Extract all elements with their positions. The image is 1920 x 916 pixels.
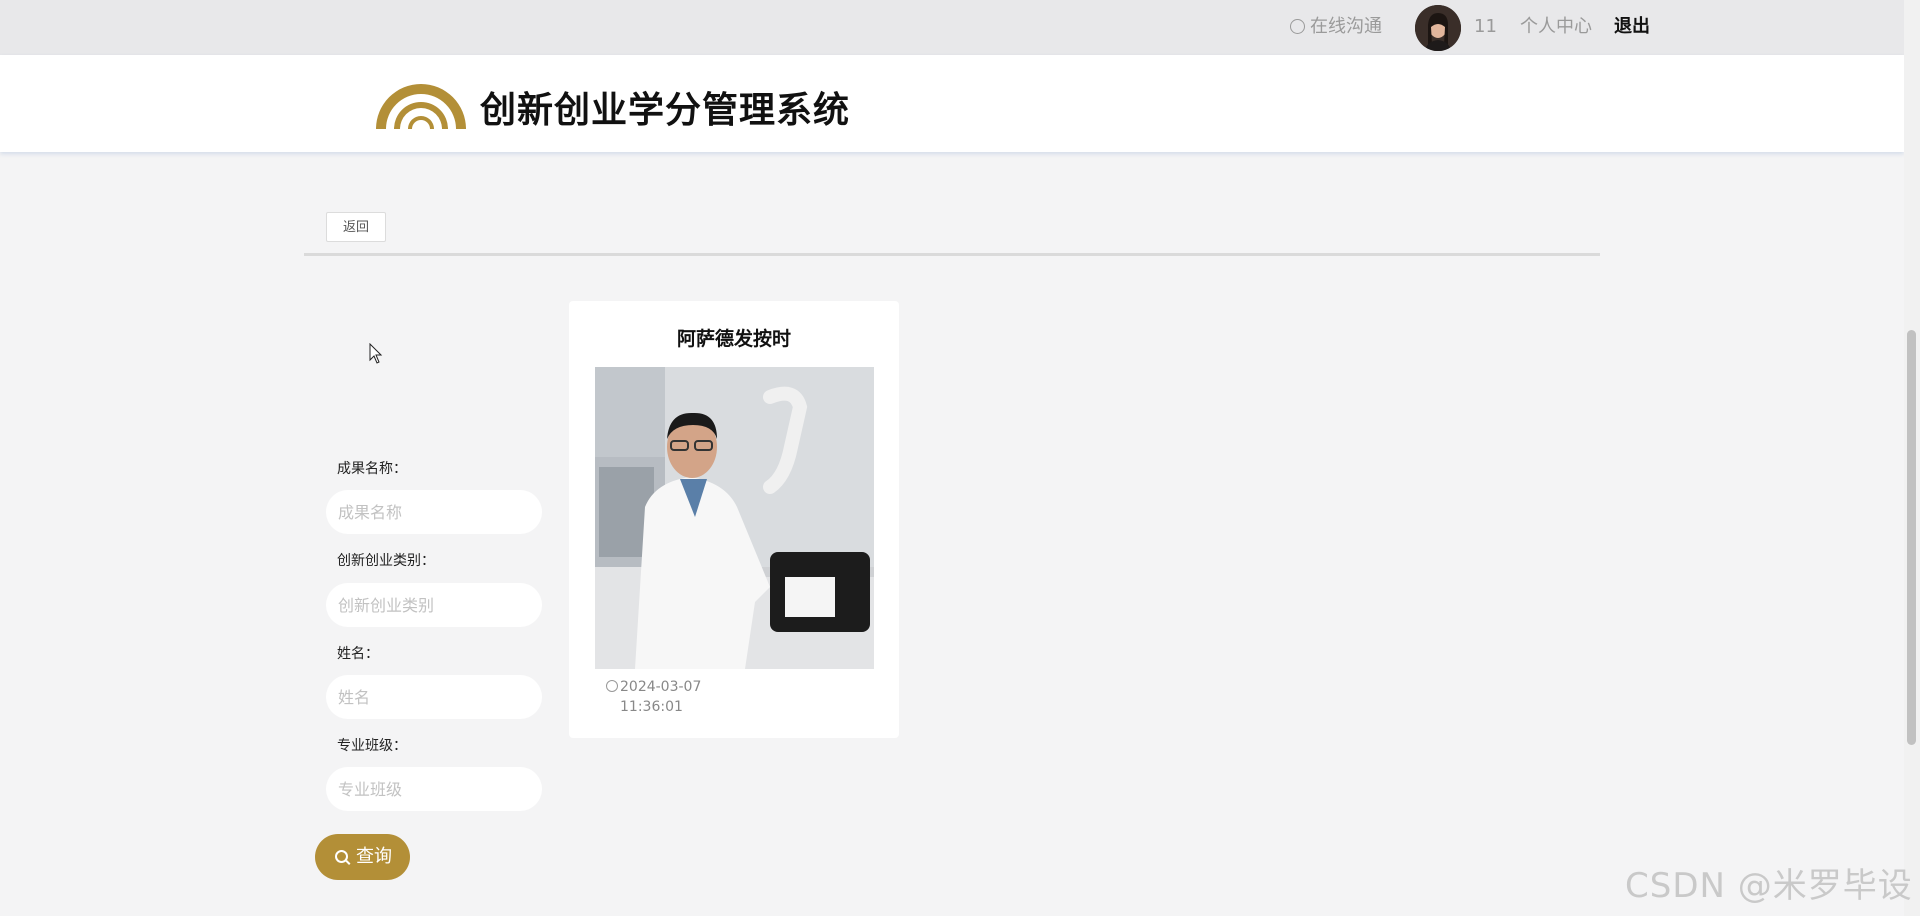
clock-icon	[606, 680, 618, 692]
search-icon	[335, 850, 348, 863]
scrollbar[interactable]	[1904, 0, 1920, 916]
online-chat-link[interactable]: 在线沟通	[1290, 16, 1382, 38]
card-time: 11:36:01	[620, 699, 683, 715]
class-input[interactable]	[326, 767, 542, 811]
name-label: 姓名：	[337, 646, 379, 662]
card-photo[interactable]	[595, 367, 874, 669]
category-label: 创新创业类别：	[337, 553, 435, 569]
search-button-label: 查询	[356, 846, 392, 867]
arch-logo-icon	[376, 84, 466, 129]
card-title: 阿萨德发按时	[676, 328, 791, 350]
card-date: 2024-03-07	[620, 679, 702, 695]
result-card[interactable]: 阿萨德发按时 2024-03-07 11:36:01	[569, 301, 899, 738]
name-input[interactable]	[326, 675, 542, 719]
site-title: 创新创业学分管理系统	[480, 90, 851, 131]
search-button[interactable]: 查询	[315, 834, 410, 880]
top-bar: 在线沟通 11 个人中心 退出	[0, 0, 1904, 55]
back-button[interactable]: 返回	[326, 212, 386, 242]
watermark: CSDN @米罗毕设	[1625, 866, 1913, 906]
site-header: 创新创业学分管理系统	[0, 55, 1904, 152]
logout-link[interactable]: 退出	[1614, 16, 1650, 38]
personal-center-link[interactable]: 个人中心	[1520, 16, 1592, 38]
mouse-cursor-icon	[369, 343, 383, 364]
class-label: 专业班级：	[337, 738, 407, 754]
divider	[304, 253, 1600, 256]
username-label[interactable]: 11	[1474, 16, 1497, 38]
user-circle-icon	[1290, 19, 1305, 34]
category-input[interactable]	[326, 583, 542, 627]
achievement-name-label: 成果名称：	[337, 461, 407, 477]
achievement-name-input[interactable]	[326, 490, 542, 534]
scrollbar-thumb[interactable]	[1907, 330, 1916, 745]
online-chat-label: 在线沟通	[1310, 16, 1382, 37]
card-timestamp: 2024-03-07 11:36:01	[606, 677, 740, 717]
avatar[interactable]	[1415, 5, 1461, 51]
